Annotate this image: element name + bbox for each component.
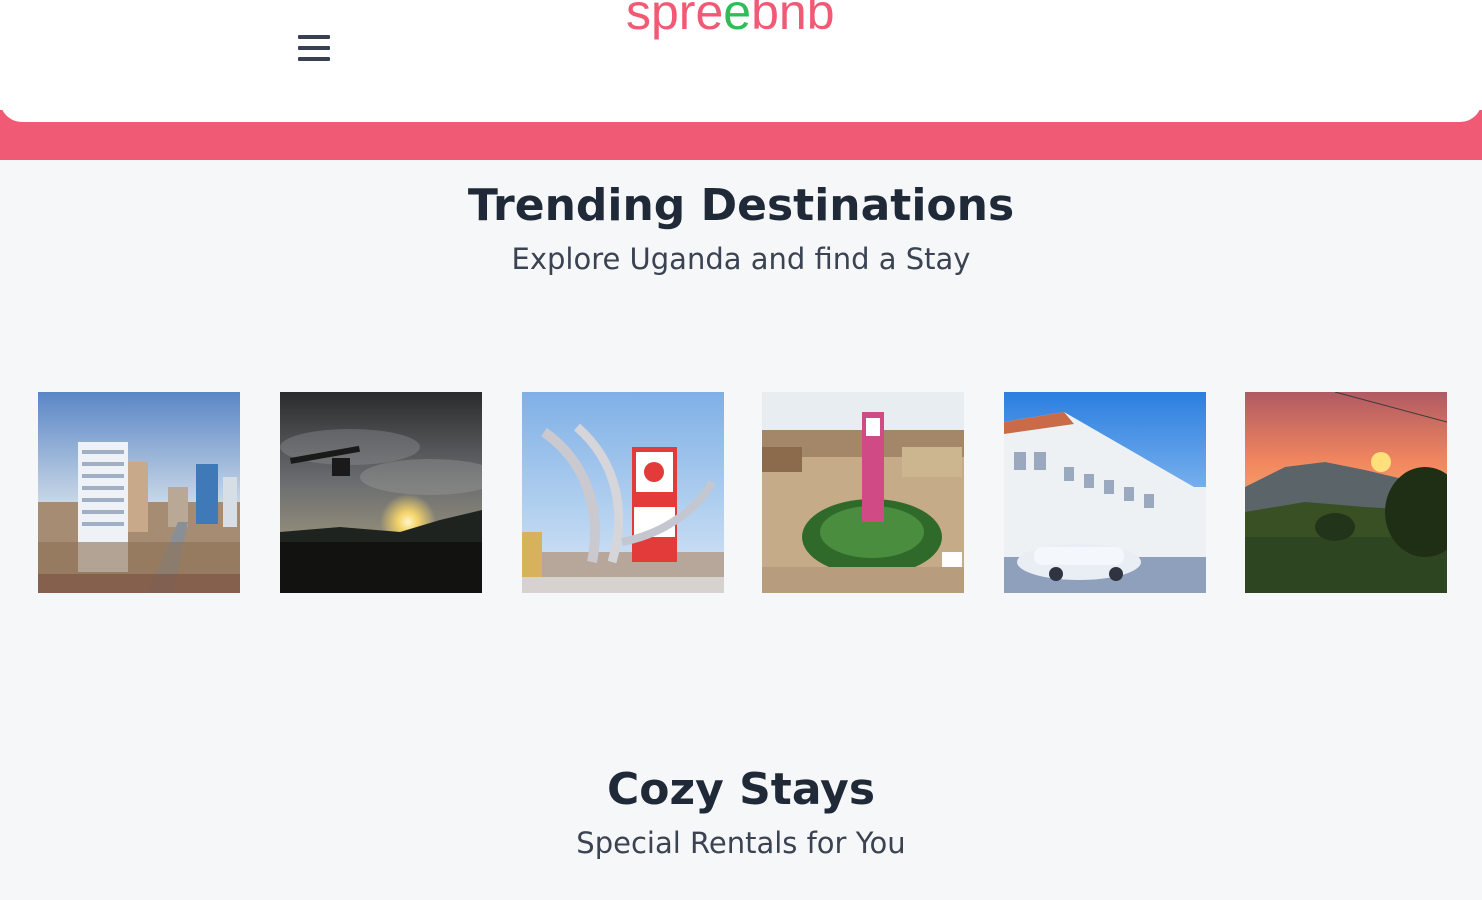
header-band: spreebnb [0, 0, 1482, 160]
hamburger-menu-icon[interactable] [298, 35, 332, 65]
cozy-title: Cozy Stays [606, 764, 876, 815]
destination-image-sunset-hills[interactable] [1245, 392, 1447, 593]
navbar: spreebnb [0, 0, 1482, 122]
logo-text-part2: e [723, 0, 752, 40]
logo-text-part1: spre [626, 0, 724, 40]
destination-card[interactable]: Kabale [1245, 392, 1447, 672]
destination-image-building[interactable] [1004, 392, 1206, 593]
destination-label[interactable]: Mbarara [524, 647, 615, 672]
destination-label[interactable]: Kabale [1247, 647, 1322, 672]
cozy-subtitle: Special Rentals for You [576, 826, 906, 860]
destination-card[interactable]: Arua [1004, 392, 1206, 672]
destination-label[interactable]: Mbale [764, 647, 830, 672]
destination-card[interactable]: Mbarara [522, 392, 724, 672]
destination-image-roundabout[interactable] [762, 392, 964, 593]
destination-image-city-skyline[interactable] [38, 392, 240, 593]
trending-title: Trending Destinations [467, 180, 1015, 231]
destination-label[interactable]: Arua [1006, 647, 1058, 672]
destination-image-monument[interactable] [522, 392, 724, 593]
destination-card[interactable]: Mbale [762, 392, 964, 672]
destination-label[interactable]: Kampala [40, 647, 136, 672]
destination-image-sunset-river[interactable] [280, 392, 482, 593]
destination-card[interactable]: Jinja [280, 392, 482, 672]
destination-card[interactable]: Kampala [38, 392, 240, 672]
destination-label[interactable]: Jinja [282, 647, 328, 672]
trending-subtitle: Explore Uganda and find a Stay [511, 242, 971, 276]
logo[interactable]: spreebnb [626, 0, 835, 44]
logo-text-part3: bnb [751, 0, 835, 40]
